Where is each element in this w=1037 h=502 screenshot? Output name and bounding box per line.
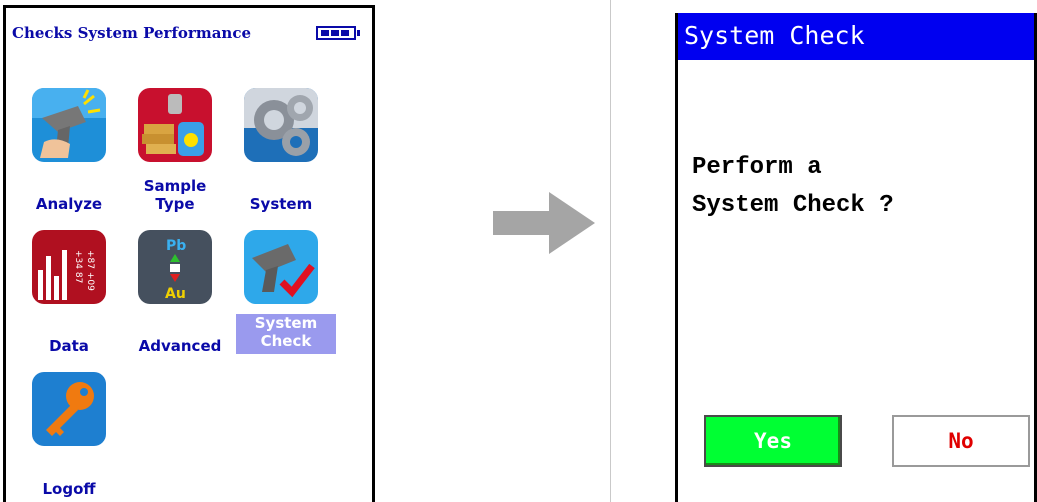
app-label-advanced[interactable]: Advanced xyxy=(130,337,230,355)
gears-icon[interactable] xyxy=(244,88,318,162)
divider xyxy=(610,0,611,502)
app-label-system-check[interactable]: System Check xyxy=(236,314,336,354)
page-title: Checks System Performance xyxy=(12,24,251,42)
no-button[interactable]: No xyxy=(892,415,1030,467)
app-label-data[interactable]: Data xyxy=(24,337,114,355)
svg-text:+87 +09: +87 +09 xyxy=(85,250,95,291)
dialog-title: System Check xyxy=(678,13,1034,60)
battery-icon xyxy=(316,26,360,40)
app-label-analyze[interactable]: Analyze xyxy=(24,195,114,213)
pb-au-icon[interactable]: Pb Au xyxy=(138,230,212,304)
data-chart-icon[interactable]: +34 87 +87 +09 xyxy=(32,230,106,304)
system-check-icon[interactable] xyxy=(244,230,318,304)
svg-text:+34 87: +34 87 xyxy=(73,250,83,283)
app-label-logoff[interactable]: Logoff xyxy=(24,480,114,498)
sample-type-icon[interactable] xyxy=(138,88,212,162)
analyzer-gun-icon[interactable] xyxy=(32,88,106,162)
svg-text:Pb: Pb xyxy=(166,238,186,254)
right-arrow-icon xyxy=(493,192,595,254)
yes-button[interactable]: Yes xyxy=(704,415,842,467)
app-label-system[interactable]: System xyxy=(236,195,326,213)
system-check-dialog: System Check Perform a System Check ? Ye… xyxy=(675,13,1037,502)
dialog-message: Perform a System Check ? xyxy=(692,154,894,219)
key-icon[interactable] xyxy=(32,372,106,446)
main-menu-screen: Checks System Performance Analyze Sample… xyxy=(3,5,375,502)
svg-text:Au: Au xyxy=(165,286,186,302)
app-label-sample-type[interactable]: Sample Type xyxy=(130,177,220,213)
